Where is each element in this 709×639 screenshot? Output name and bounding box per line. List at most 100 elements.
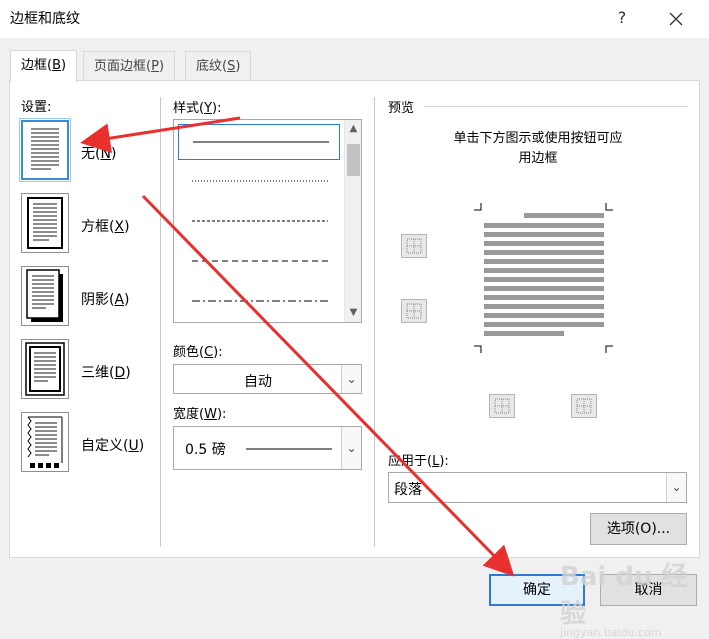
left-border-button[interactable]	[489, 394, 515, 418]
preview-text-line	[484, 286, 604, 291]
tab-shading[interactable]: 底纹(S)	[185, 51, 252, 81]
setting-3d-icon[interactable]	[21, 339, 69, 399]
color-header-text: 颜色	[173, 345, 200, 360]
preview-corner-tl	[474, 203, 482, 211]
line-style-solid[interactable]	[178, 124, 340, 160]
setting-box-key: X	[114, 219, 125, 235]
setting-box-text: 方框	[81, 219, 109, 235]
settings-header: 设置:	[21, 100, 52, 115]
line-style-list[interactable]: ▲ ▼	[173, 119, 362, 323]
setting-shadow-label[interactable]: 阴影(A)	[81, 289, 130, 309]
scroll-down-arrow-icon[interactable]: ▼	[345, 304, 361, 322]
preview-text-line	[484, 295, 604, 300]
baidu-watermark: Bai du 经验 jingyan.baidu.com	[560, 556, 709, 639]
options-button[interactable]: 选项(O)...	[590, 513, 687, 545]
tab-borders[interactable]: 边框(B)	[10, 50, 78, 82]
right-border-icon	[576, 398, 592, 414]
width-header-key: W	[204, 407, 217, 422]
width-sample-line	[246, 448, 332, 450]
color-value: 自动	[244, 374, 272, 390]
top-border-button[interactable]	[401, 234, 427, 258]
width-header: 宽度(W):	[173, 407, 227, 422]
preview-text-line	[484, 223, 604, 228]
tab-borders-key: B	[52, 58, 62, 73]
page-shadow-icon	[26, 269, 63, 322]
dash-dot-line-icon	[192, 300, 328, 302]
setting-none-label[interactable]: 无(N)	[81, 143, 116, 163]
setting-3d-text: 三维	[81, 365, 109, 381]
preview-header: 预览	[388, 101, 415, 116]
setting-3d-label[interactable]: 三维(D)	[81, 362, 131, 382]
preview-text-line	[484, 241, 604, 246]
chevron-down-icon[interactable]: ⌄	[341, 427, 361, 469]
setting-none-icon[interactable]	[19, 118, 71, 182]
close-button[interactable]	[664, 7, 688, 31]
color-dropdown[interactable]: 自动 ⌄	[173, 364, 362, 394]
tab-page-border[interactable]: 页面边框(P)	[83, 51, 176, 81]
preview-text-line	[524, 213, 604, 218]
close-icon	[669, 12, 683, 26]
style-header-key: Y	[204, 101, 213, 116]
right-border-button[interactable]	[571, 394, 597, 418]
line-style-dashed-small[interactable]	[178, 204, 340, 240]
preview-text-line	[484, 322, 604, 327]
preview-text-line	[484, 250, 604, 255]
style-list-scrollbar[interactable]: ▲ ▼	[344, 120, 361, 322]
apply-to-header: 应用于(L):	[388, 454, 449, 469]
preview-text-line	[484, 313, 604, 318]
preview-corner-tr	[605, 203, 613, 211]
apply-to-value: 段落	[394, 482, 422, 498]
line-style-dotted[interactable]	[178, 164, 340, 200]
tab-shading-key: S	[227, 59, 236, 74]
preview-text-line	[484, 232, 604, 237]
setting-shadow-icon[interactable]	[21, 266, 69, 326]
preview-text-line	[484, 268, 604, 273]
chevron-down-icon[interactable]: ⌄	[666, 473, 686, 502]
style-header: 样式(Y):	[173, 101, 222, 116]
preview-hint-line2: 用边框	[518, 151, 558, 166]
setting-none-text: 无	[81, 146, 95, 162]
setting-box-icon[interactable]	[21, 193, 69, 253]
separator-settings	[160, 97, 161, 547]
preview-text-line	[484, 331, 564, 336]
tab-borders-label: 边框	[21, 58, 48, 73]
left-border-icon	[494, 398, 510, 414]
width-value: 0.5 磅	[185, 442, 226, 458]
tab-page-border-label: 页面边框	[94, 59, 147, 74]
tab-page-border-key: P	[151, 59, 159, 74]
setting-custom-key: U	[128, 438, 139, 454]
window-title: 边框和底纹	[10, 11, 80, 27]
width-dropdown[interactable]: 0.5 磅 ⌄	[173, 426, 362, 470]
page-box-icon	[27, 197, 63, 249]
setting-box-label[interactable]: 方框(X)	[81, 216, 130, 236]
top-border-icon	[406, 238, 422, 254]
dashed-small-line-icon	[192, 220, 328, 222]
preview-text-line	[484, 259, 604, 264]
color-header: 颜色(C):	[173, 345, 223, 360]
preview-hint-line1: 单击下方图示或使用按钮可应	[453, 131, 623, 146]
page-custom-icon	[27, 416, 63, 468]
style-header-text: 样式	[173, 101, 200, 116]
dashed-line-icon	[192, 260, 328, 262]
setting-custom-label[interactable]: 自定义(U)	[81, 435, 144, 455]
line-style-dashed[interactable]	[178, 244, 340, 280]
middle-border-button[interactable]	[401, 299, 427, 323]
apply-to-dropdown[interactable]: 段落 ⌄	[388, 472, 687, 503]
help-button[interactable]: ?	[612, 8, 632, 30]
setting-custom-icon[interactable]	[21, 412, 69, 472]
page-lines-icon	[31, 128, 59, 170]
color-header-key: C	[204, 345, 214, 360]
setting-none-key: N	[100, 146, 111, 162]
tab-shading-label: 底纹	[196, 59, 223, 74]
chevron-down-icon[interactable]: ⌄	[341, 365, 361, 393]
dotted-line-icon	[192, 180, 328, 182]
preview-corner-br	[605, 345, 613, 353]
scroll-thumb[interactable]	[347, 144, 360, 176]
title-bar: 边框和底纹 ?	[0, 0, 709, 38]
watermark-sub: jingyan.baidu.com	[560, 626, 662, 639]
setting-shadow-key: A	[114, 292, 125, 308]
scroll-up-arrow-icon[interactable]: ▲	[345, 120, 361, 138]
setting-shadow-text: 阴影	[81, 292, 109, 308]
middle-border-icon	[406, 303, 422, 319]
line-style-dash-dot[interactable]	[178, 284, 340, 320]
